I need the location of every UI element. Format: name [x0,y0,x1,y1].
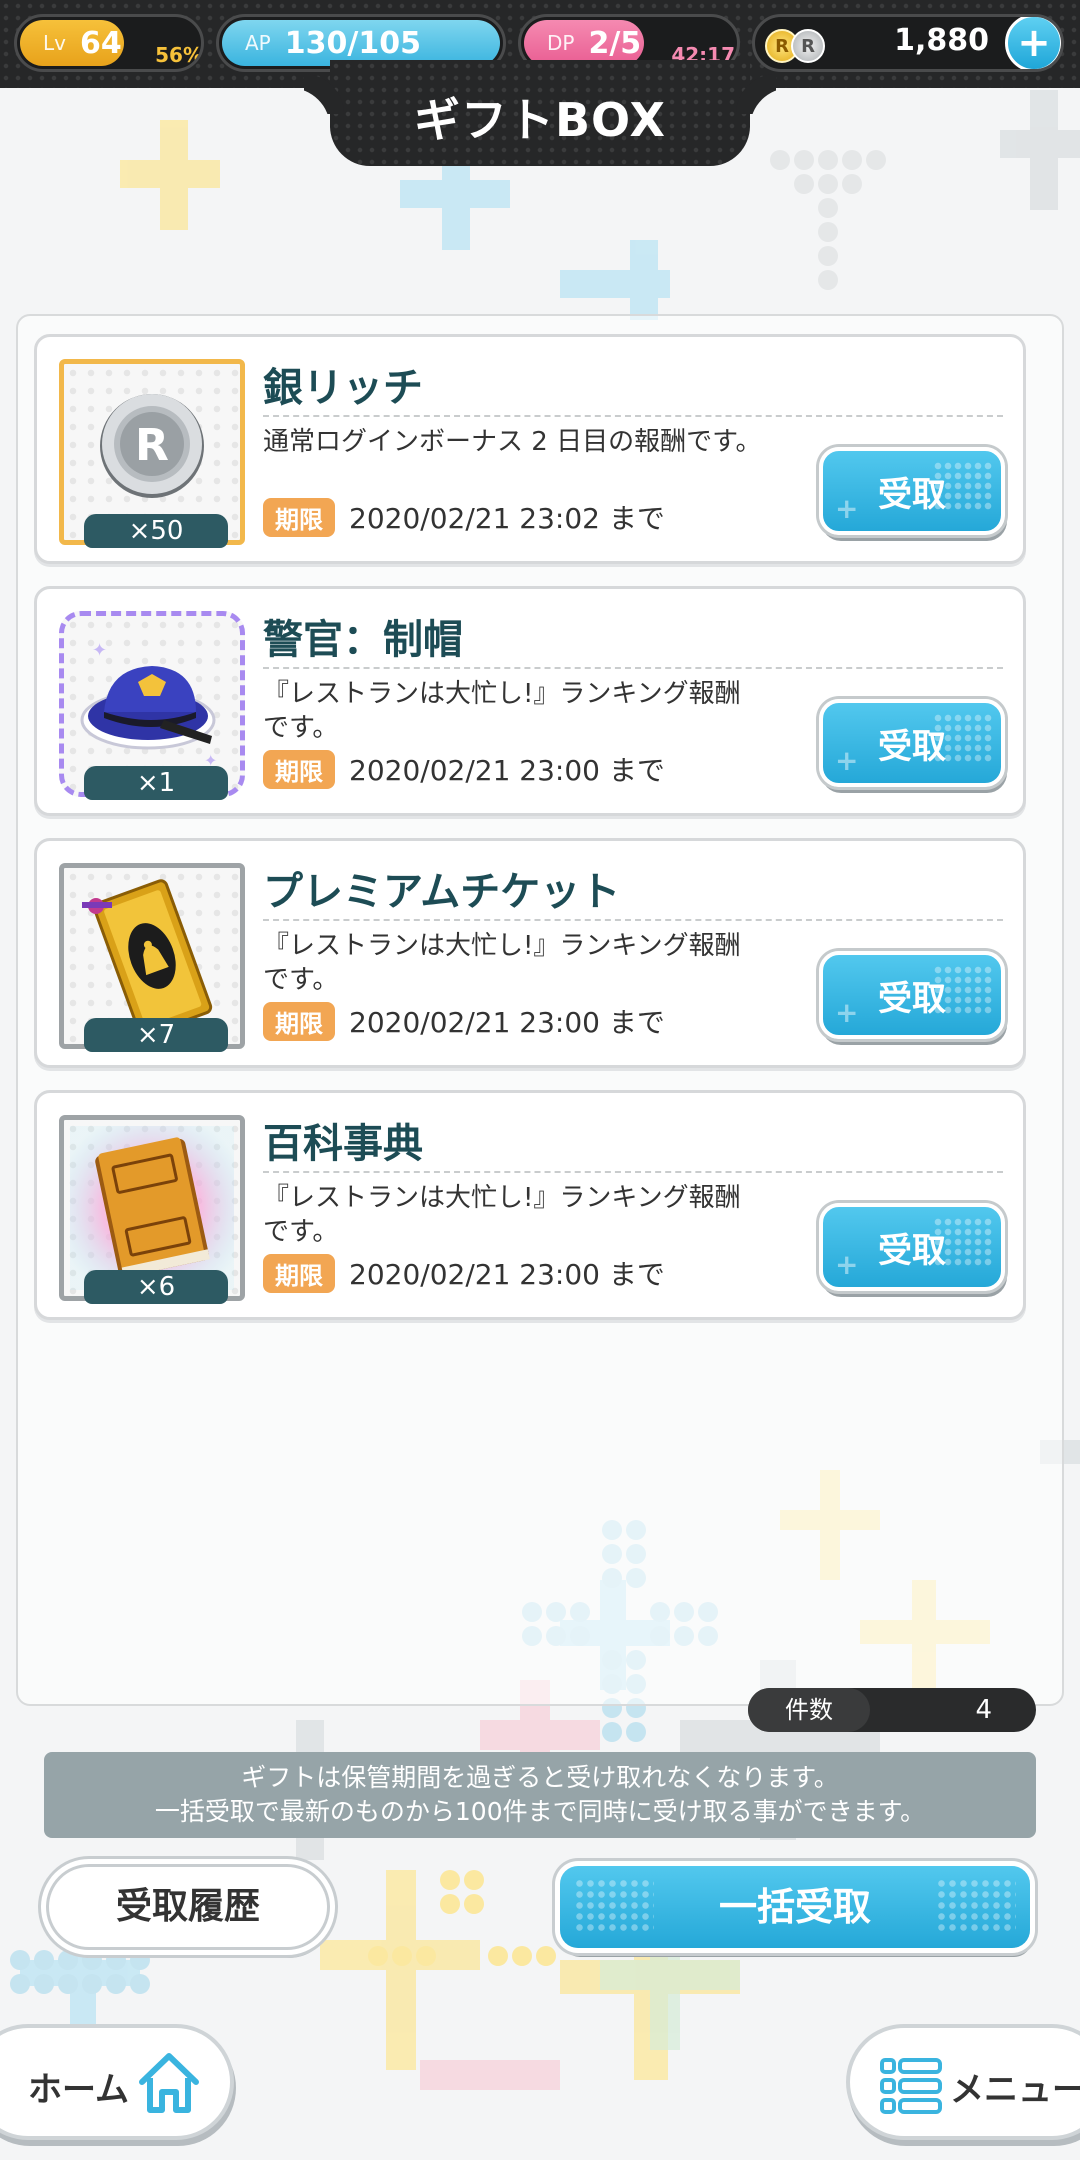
menu-label: メニュー [950,2070,1080,2110]
home-button[interactable]: ホーム [0,2024,234,2140]
plus-icon: + [1017,20,1051,66]
currency-value: 1,880 [894,23,989,58]
button-decoration [574,1878,654,1934]
limit-date: 2020/02/21 23:00 まで [349,1258,665,1291]
limit-badge: 期限 [263,749,335,789]
silver-coin-icon: R [791,29,825,63]
divider [263,667,1003,669]
receive-button[interactable]: + 受取 [819,1203,1005,1291]
receive-history-button[interactable]: 受取履歴 [46,1864,330,1950]
receive-button-label: 受取 [878,474,946,515]
dp-value: 2/5 [588,25,642,61]
page-title: ギフトBOX [414,93,666,147]
receive-button-label: 受取 [878,978,946,1019]
gift-card: R ×50 銀リッチ 通常ログインボーナス 2 日目の報酬です。 期限 2020… [34,334,1026,564]
receive-button[interactable]: + 受取 [819,699,1005,787]
level-label: Lv [43,31,66,55]
menu-button[interactable]: メニュー [846,2024,1080,2140]
receive-button[interactable]: + 受取 [819,951,1005,1039]
gift-name: 警官：制帽 [263,617,463,663]
info-notice: ギフトは保管期間を過ぎると受け取れなくなります。 一括受取で最新のものから100… [44,1752,1036,1838]
gift-name: 百科事典 [263,1121,423,1167]
gift-description: 通常ログインボーナス 2 日目の報酬です。 [263,427,762,457]
gift-quantity: ×50 [84,514,228,548]
notice-line-2: 一括受取で最新のものから100件まで同時に受け取る事ができます。 [154,1797,926,1826]
gift-card: ×7 プレミアムチケット 『レストランは大忙し!』ランキング報酬です。 期限 2… [34,838,1026,1068]
limit-badge: 期限 [263,1253,335,1293]
plus-decoration-icon: + [835,996,859,1029]
limit-date: 2020/02/21 23:02 まで [349,502,665,535]
gift-limit: 期限 2020/02/21 23:00 まで [263,1001,665,1041]
limit-badge: 期限 [263,1001,335,1041]
gift-limit: 期限 2020/02/21 23:02 まで [263,497,665,537]
level-value: 64 [79,25,122,61]
limit-date: 2020/02/21 23:00 まで [349,1006,665,1039]
menu-list-icon [880,2058,942,2114]
gift-description: 『レストランは大忙し!』ランキング報酬です。 [263,679,741,743]
bulk-receive-label: 一括受取 [718,1885,871,1929]
divider [263,919,1003,921]
gift-thumbnail: ✦ ✦ ×1 [59,611,245,800]
divider [263,1171,1003,1173]
gift-count-label: 件数 [748,1688,870,1732]
plus-decoration-icon: + [835,744,859,777]
gift-card: ✦ ✦ ×1 警官：制帽 『レストランは大忙し!』ランキング報酬です。 期限 2… [34,586,1026,816]
plus-decoration-icon: + [835,1248,859,1281]
home-label: ホーム [28,2070,129,2110]
gift-quantity: ×6 [84,1270,228,1304]
currency-display: R R 1,880 + [752,14,1064,72]
gift-quantity: ×7 [84,1018,228,1052]
gift-thumbnail: ×7 [59,863,245,1052]
gift-quantity: ×1 [84,766,228,800]
plus-decoration-icon: + [835,492,859,525]
ap-value: 130/105 [284,25,421,61]
gift-card: ×6 百科事典 『レストランは大忙し!』ランキング報酬です。 期限 2020/0… [34,1090,1026,1320]
level-gauge: Lv 64 56% [14,14,204,72]
button-decoration [936,1878,1016,1934]
home-icon [139,2053,199,2113]
level-progress-text: 56% [155,43,203,67]
svg-text:R: R [135,420,169,471]
limit-badge: 期限 [263,497,335,537]
gift-thumbnail: R ×50 [59,359,245,548]
title-tab: ギフトBOX [330,60,750,166]
gift-limit: 期限 2020/02/21 23:00 まで [263,1253,665,1293]
bulk-receive-button[interactable]: 一括受取 [560,1866,1030,1948]
receive-button-label: 受取 [878,726,946,767]
gift-count-value: 4 [975,1695,992,1725]
receive-button-label: 受取 [878,1230,946,1271]
gift-name: プレミアムチケット [263,869,621,915]
ap-label: AP [245,31,271,55]
notice-line-1: ギフトは保管期間を過ぎると受け取れなくなります。 [241,1763,839,1792]
gift-limit: 期限 2020/02/21 23:00 まで [263,749,665,789]
gift-count: 件数 4 [748,1688,1036,1732]
svg-text:✦: ✦ [92,640,107,661]
gift-description: 『レストランは大忙し!』ランキング報酬です。 [263,1183,741,1247]
gift-thumbnail: ×6 [59,1115,245,1304]
dp-label: DP [547,31,575,55]
receive-button[interactable]: + 受取 [819,447,1005,535]
add-currency-button[interactable]: + [1005,17,1061,69]
gift-name: 銀リッチ [263,365,423,411]
gift-description: 『レストランは大忙し!』ランキング報酬です。 [263,931,741,995]
limit-date: 2020/02/21 23:00 まで [349,754,665,787]
divider [263,415,1003,417]
